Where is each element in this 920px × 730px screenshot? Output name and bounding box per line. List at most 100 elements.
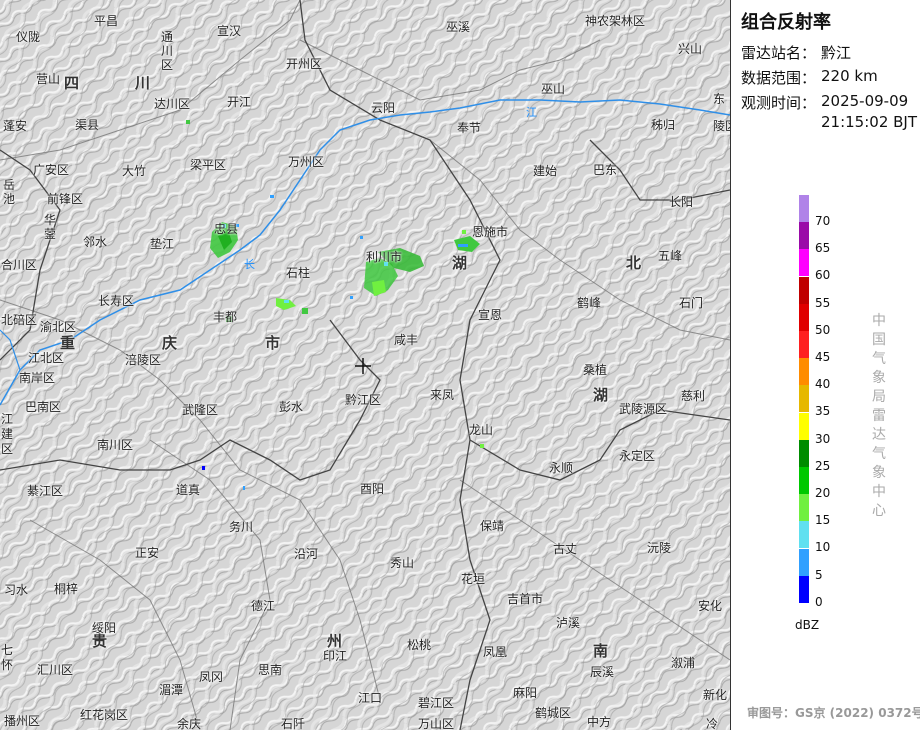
range-value: 220 km (821, 67, 878, 85)
place-label: 前锋区 (47, 192, 84, 206)
place-label: 平昌 (94, 14, 119, 28)
place-label: 永定区 (619, 449, 656, 463)
place-label: 中方 (587, 715, 612, 729)
place-label: 彭水 (279, 400, 304, 414)
product-title: 组合反射率 (741, 12, 831, 33)
legend-swatch (799, 385, 809, 413)
place-label: 凤冈 (199, 670, 224, 684)
place-label: 陵区 (713, 119, 730, 133)
place-label: 印江 (323, 649, 348, 663)
time-value: 2025-09-09 (821, 92, 909, 110)
legend-swatch (799, 249, 809, 277)
legend-swatch (799, 358, 809, 386)
legend-tick-label: 70 (815, 214, 831, 228)
place-label: 道真 (176, 483, 201, 497)
place-label: 花垣 (461, 572, 486, 586)
radar-map[interactable]: 四 川 重 庆 市 湖 北 湖 南 贵 州 江 长 平昌 宣汉 巫溪 神农架林区… (0, 0, 731, 730)
place-label: 通川区 (161, 30, 174, 72)
legend-tick-label: 45 (815, 350, 831, 364)
legend-swatch (799, 195, 809, 222)
legend-tick-label: 25 (815, 458, 831, 473)
province-label: 川 (135, 74, 151, 92)
legend-tick-label: 35 (815, 404, 831, 419)
place-label: 桐梓 (54, 582, 79, 596)
place-label: 綦江区 (27, 484, 64, 498)
place-label: 德江 (251, 599, 276, 613)
place-label: 绥阳 (92, 621, 117, 635)
place-label: 万山区 (418, 717, 455, 730)
place-label: 长阳 (669, 195, 694, 209)
place-label: 正安 (135, 546, 160, 560)
legend-tick-label: 5 (815, 567, 823, 582)
station-value: 黔江 (821, 44, 852, 62)
place-label: 北碚区 (1, 313, 38, 327)
place-label: 沅陵 (647, 541, 672, 555)
place-label: 兴山 (678, 42, 703, 56)
agency-label: 中国气象局雷达气象中心 (872, 313, 886, 519)
legend-swatch (799, 548, 809, 576)
place-label: 思南 (258, 663, 283, 677)
place-label: 建始 (533, 164, 558, 178)
legend-tick-label: 55 (815, 295, 831, 310)
info-panel: 组合反射率 雷达站名： 黔江 数据范围： 220 km 观测时间： 2025-0… (731, 0, 920, 730)
place-label: 仪陇 (16, 30, 41, 44)
place-label: 石柱 (286, 266, 311, 280)
place-label: 习水 (4, 583, 29, 597)
station-label: 雷达站名： (741, 44, 817, 62)
place-label: 务川 (229, 520, 254, 534)
place-label: 永顺 (549, 461, 574, 475)
place-label: 桑植 (583, 363, 608, 377)
legend-tick-label: 65 (815, 241, 831, 256)
place-label: 秭归 (651, 118, 676, 132)
place-label: 沿河 (294, 547, 319, 561)
place-label: 巫溪 (446, 20, 471, 34)
place-label: 鹤峰 (577, 296, 602, 310)
legend-swatch (799, 521, 809, 549)
river-label: 江 (526, 106, 537, 119)
place-label: 鹤城区 (535, 706, 572, 720)
place-label: 播州区 (4, 714, 41, 728)
place-label: 梁平区 (190, 158, 227, 172)
place-label: 麻阳 (513, 686, 538, 700)
legend-swatch (799, 494, 809, 522)
place-label: 武隆区 (182, 403, 219, 417)
place-label: 南岸区 (19, 371, 56, 385)
place-label: 武陵源区 (619, 402, 668, 416)
place-label: 开州区 (286, 57, 323, 71)
time-label: 观测时间： (741, 94, 817, 112)
place-label: 黔江区 (345, 393, 382, 407)
legend-unit: dBZ (795, 618, 820, 632)
place-label: 新化 (703, 688, 728, 702)
legend-tick-label: 0 (815, 594, 823, 609)
place-label: 南川区 (97, 438, 134, 452)
place-label: 冷 (706, 717, 719, 730)
place-label: 宣汉 (217, 24, 242, 38)
place-label: 区 (1, 442, 14, 456)
place-label: 碧江区 (418, 696, 455, 710)
place-label: 东 (713, 92, 726, 106)
place-label: 松桃 (407, 638, 432, 652)
legend-tick-label: 50 (815, 322, 831, 337)
province-label: 湖 (593, 386, 609, 404)
place-label: 石阡 (281, 717, 306, 730)
place-label: 五峰 (658, 249, 683, 263)
place-label: 辰溪 (590, 665, 615, 679)
place-label: 咸丰 (394, 333, 419, 347)
place-label: 奉节 (457, 121, 482, 135)
place-label: 湄潭 (159, 683, 184, 697)
place-label: 巴东 (593, 163, 618, 177)
legend-swatch (799, 276, 809, 304)
legend-swatch (799, 303, 809, 331)
place-label: 华蓥 (44, 213, 57, 241)
legend-swatch (799, 412, 809, 440)
place-label: 万州区 (288, 155, 325, 169)
legend-swatch (799, 439, 809, 467)
place-label: 岳池 (3, 178, 16, 206)
place-label: 云阳 (371, 101, 396, 115)
place-label: 酉阳 (360, 482, 385, 496)
legend-swatch (799, 331, 809, 358)
province-label: 北 (626, 254, 642, 272)
place-label: 保靖 (480, 519, 505, 533)
place-label: 江北区 (28, 351, 65, 365)
place-label: 古丈 (553, 542, 578, 556)
